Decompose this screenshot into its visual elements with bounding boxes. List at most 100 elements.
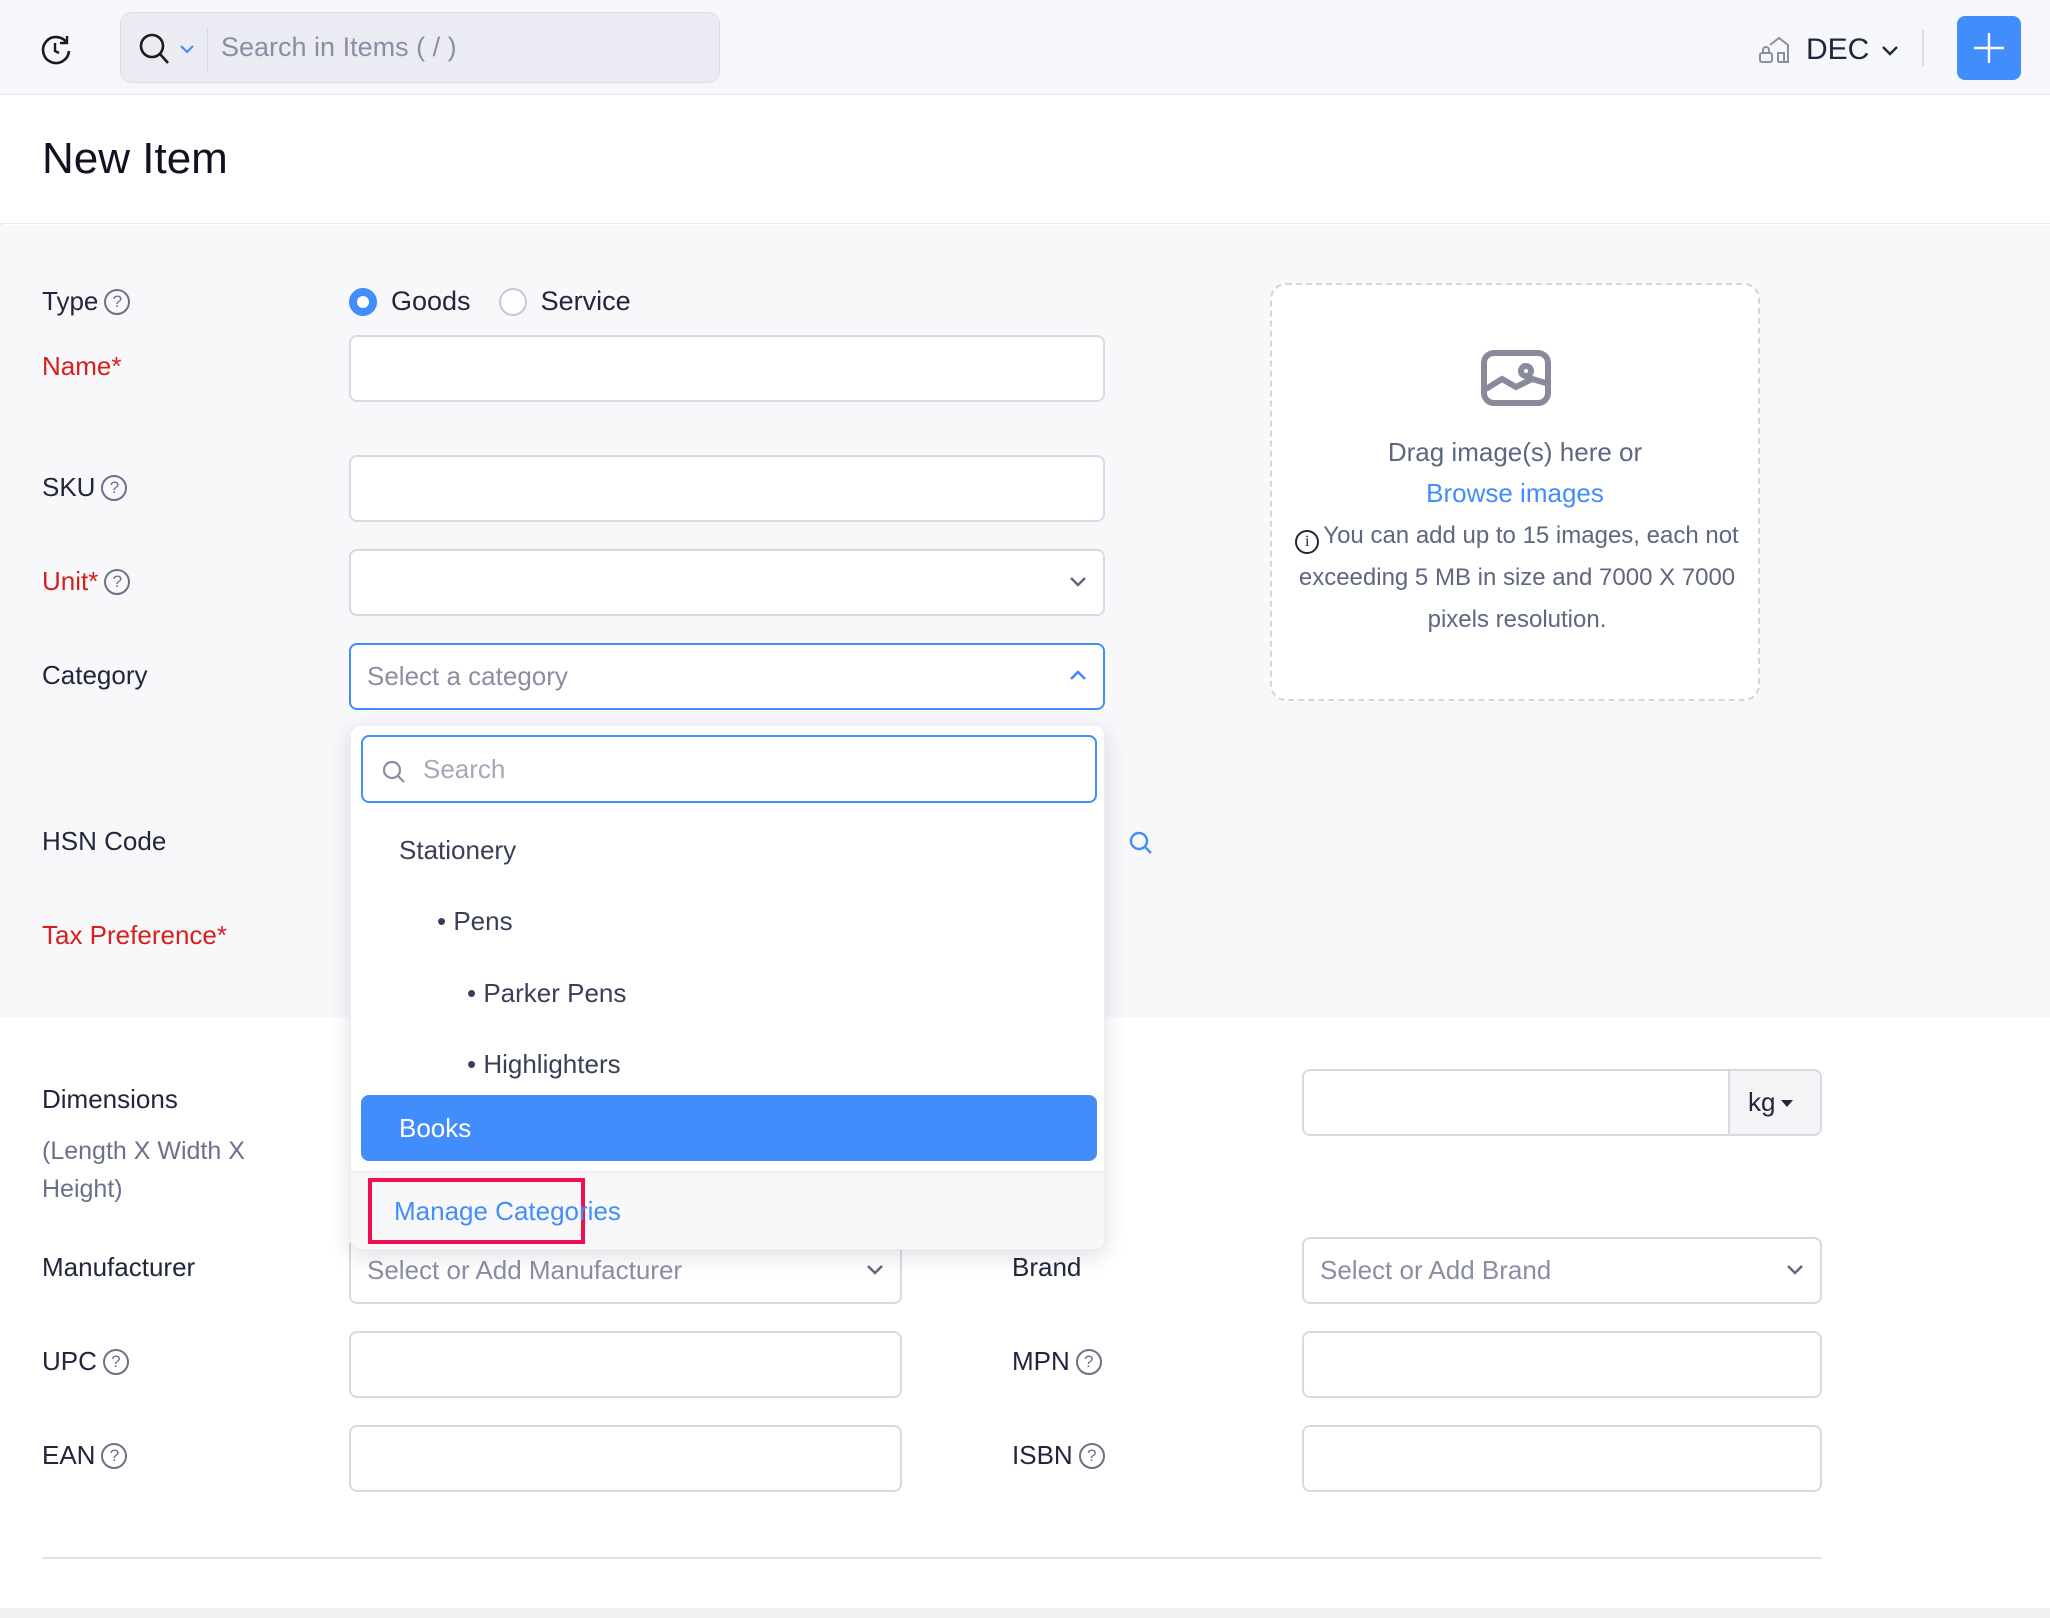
help-icon[interactable]: ? xyxy=(102,1348,129,1375)
name-label-text: Name* xyxy=(42,351,122,381)
global-search xyxy=(120,12,720,83)
brand-select[interactable]: Select or Add Brand xyxy=(1302,1237,1822,1304)
chevron-down-icon[interactable] xyxy=(179,43,195,55)
hsn-search-icon[interactable] xyxy=(1128,830,1154,856)
brand-label: Brand xyxy=(1012,1252,1081,1283)
radio-service-label: Service xyxy=(540,286,631,316)
recent-activity-icon[interactable] xyxy=(38,32,74,68)
category-option-label: Stationery xyxy=(399,835,517,865)
upc-label-text: UPC xyxy=(42,1346,97,1376)
category-select[interactable]: Select a category xyxy=(349,643,1105,710)
mpn-label-text: MPN xyxy=(1012,1346,1070,1376)
section-divider xyxy=(42,1557,1822,1559)
upc-input[interactable] xyxy=(349,1331,902,1398)
dimensions-label-text: Dimensions xyxy=(42,1084,178,1114)
name-label: Name* xyxy=(42,351,121,382)
radio-goods-label: Goods xyxy=(391,286,471,316)
browse-images-link[interactable]: Browse images xyxy=(1272,478,1758,509)
brand-placeholder: Select or Add Brand xyxy=(1320,1255,1552,1285)
unit-label-text: Unit* xyxy=(42,566,99,596)
radio-checked-icon[interactable] xyxy=(349,287,377,316)
help-icon[interactable]: ? xyxy=(101,474,128,501)
title-bar: New Item xyxy=(0,96,2050,224)
chevron-down-icon xyxy=(1882,46,1899,56)
isbn-label: ISBN ? xyxy=(1012,1440,1105,1471)
ean-label: EAN ? xyxy=(42,1440,128,1471)
radio-service[interactable]: Service xyxy=(498,286,631,317)
sku-label: SKU ? xyxy=(42,472,128,503)
mpn-label: MPN ? xyxy=(1012,1346,1102,1377)
organization-switcher[interactable]: DEC xyxy=(1758,30,1899,70)
dimensions-label: Dimensions xyxy=(42,1084,178,1115)
mpn-input[interactable] xyxy=(1302,1331,1822,1398)
type-label-text: Type xyxy=(42,286,99,316)
category-option-selected[interactable]: Books xyxy=(361,1095,1097,1161)
category-search[interactable] xyxy=(361,735,1097,803)
category-option-label: • Pens xyxy=(437,906,513,936)
type-radio-group: Goods Service xyxy=(349,286,659,317)
category-option[interactable]: Stationery xyxy=(361,817,1097,883)
chevron-down-icon xyxy=(867,1265,883,1275)
footer-edge xyxy=(0,1608,2050,1618)
help-icon[interactable]: ? xyxy=(104,568,131,595)
plus-icon xyxy=(1974,33,2004,63)
category-option[interactable]: • Pens xyxy=(361,888,1097,954)
manage-categories-button[interactable]: Manage Categories xyxy=(368,1178,621,1244)
info-icon: i xyxy=(1295,530,1320,554)
category-option-label: • Highlighters xyxy=(467,1049,621,1079)
category-option[interactable]: • Highlighters xyxy=(361,1031,1097,1097)
ean-label-text: EAN xyxy=(42,1440,96,1470)
category-label-text: Category xyxy=(42,660,148,690)
category-option[interactable]: • Parker Pens xyxy=(361,960,1097,1026)
chevron-down-icon xyxy=(1787,1265,1803,1275)
weight-input-group: kg xyxy=(1302,1069,1822,1136)
weight-unit-label: kg xyxy=(1748,1087,1776,1117)
search-icon[interactable] xyxy=(137,31,173,67)
dimensions-sublabel: (Length X Width X Height) xyxy=(42,1137,245,1203)
help-icon[interactable]: ? xyxy=(104,288,131,315)
upload-info: i You can add up to 15 images, each not e… xyxy=(1282,515,1752,641)
manufacturer-label: Manufacturer xyxy=(42,1252,195,1283)
isbn-input[interactable] xyxy=(1302,1425,1822,1492)
chevron-down-icon xyxy=(1070,577,1086,587)
page-title: New Item xyxy=(42,134,228,183)
unit-select[interactable] xyxy=(349,549,1105,616)
search-icon xyxy=(382,760,405,783)
header-divider xyxy=(1922,30,1924,66)
category-search-input[interactable] xyxy=(423,737,1063,801)
tax-preference-label-text: Tax Preference* xyxy=(42,920,227,950)
hsn-label-text: HSN Code xyxy=(42,826,167,856)
category-label: Category xyxy=(42,660,148,691)
drag-text: Drag image(s) here or xyxy=(1387,437,1643,467)
organization-icon xyxy=(1759,36,1789,63)
category-option-label: • Parker Pens xyxy=(467,978,627,1008)
ean-input[interactable] xyxy=(349,1425,902,1492)
upload-info-text: You can add up to 15 images, each not ex… xyxy=(1298,522,1739,633)
upc-label: UPC ? xyxy=(42,1346,129,1377)
brand-label-text: Brand xyxy=(1012,1252,1082,1282)
hsn-label: HSN Code xyxy=(42,826,166,857)
help-icon[interactable]: ? xyxy=(1075,1348,1102,1375)
type-label: Type ? xyxy=(42,286,131,317)
organization-name: DEC xyxy=(1806,33,1870,66)
radio-unchecked-icon[interactable] xyxy=(498,287,527,316)
isbn-label-text: ISBN xyxy=(1012,1440,1073,1470)
sku-input[interactable] xyxy=(349,455,1105,522)
weight-unit-dropdown[interactable]: kg xyxy=(1728,1071,1820,1134)
help-icon[interactable]: ? xyxy=(1078,1442,1105,1469)
category-placeholder: Select a category xyxy=(367,661,568,691)
manage-categories-label: Manage Categories xyxy=(394,1195,621,1226)
radio-goods[interactable]: Goods xyxy=(349,286,471,317)
top-bar: DEC xyxy=(0,0,2050,95)
manufacturer-label-text: Manufacturer xyxy=(42,1252,196,1282)
category-dropdown: Stationery • Pens • Parker Pens • Highli… xyxy=(350,725,1105,1250)
help-icon[interactable]: ? xyxy=(101,1442,128,1469)
quick-create-button[interactable] xyxy=(1957,16,2021,80)
sku-label-text: SKU xyxy=(42,472,96,502)
image-dropzone[interactable]: Drag image(s) here or Browse images i You… xyxy=(1270,283,1760,701)
search-divider xyxy=(207,27,208,71)
chevron-up-icon xyxy=(1070,670,1086,680)
name-input[interactable] xyxy=(349,335,1105,402)
unit-label: Unit* ? xyxy=(42,566,131,597)
search-input[interactable] xyxy=(221,13,701,82)
